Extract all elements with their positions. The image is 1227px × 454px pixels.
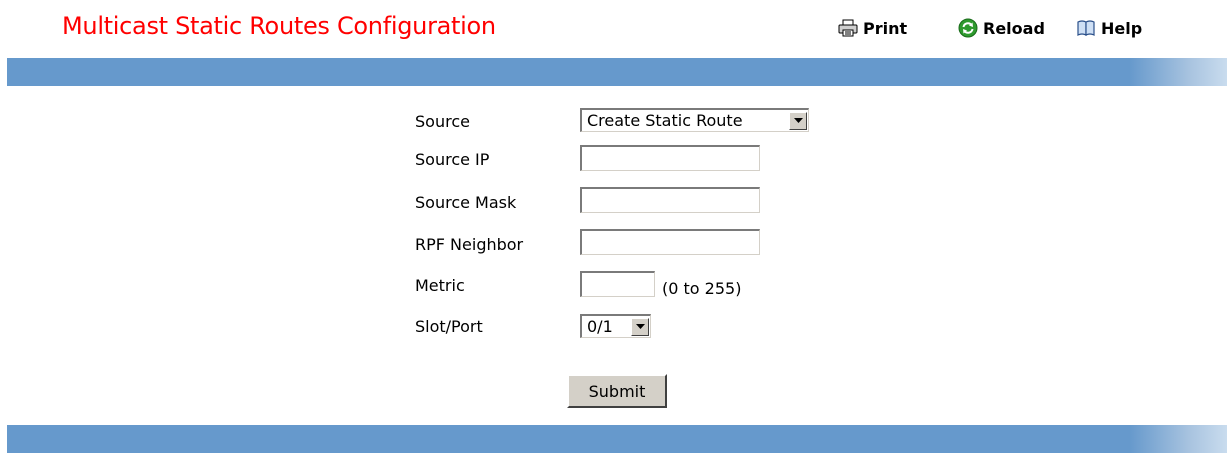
help-button[interactable]: Help	[1076, 16, 1142, 40]
source-mask-input[interactable]	[580, 187, 760, 213]
reload-icon	[958, 18, 978, 38]
help-book-icon	[1076, 19, 1096, 37]
slot-port-select[interactable]: 0/1	[580, 314, 651, 338]
page: Multicast Static Routes Configuration Pr…	[0, 0, 1227, 454]
print-button[interactable]: Print	[838, 16, 907, 40]
print-label: Print	[863, 18, 908, 38]
printer-icon	[838, 19, 858, 37]
source-mask-label: Source Mask	[415, 193, 517, 212]
submit-button[interactable]: Submit	[567, 374, 667, 408]
source-ip-label: Source IP	[415, 150, 490, 169]
slot-port-label: Slot/Port	[415, 317, 483, 336]
footer-divider-bar	[7, 425, 1227, 453]
metric-input[interactable]	[580, 271, 655, 297]
reload-button[interactable]: Reload	[958, 16, 1045, 40]
source-select-value: Create Static Route	[587, 111, 743, 130]
reload-label: Reload	[983, 18, 1045, 38]
chevron-down-icon[interactable]	[789, 111, 807, 130]
metric-label: Metric	[415, 276, 465, 295]
metric-range-hint: (0 to 255)	[662, 279, 742, 298]
rpf-neighbor-input[interactable]	[580, 229, 760, 255]
source-ip-input[interactable]	[580, 145, 760, 171]
help-label: Help	[1101, 18, 1143, 38]
source-label: Source	[415, 112, 470, 131]
source-select[interactable]: Create Static Route	[580, 108, 809, 132]
chevron-down-icon[interactable]	[631, 317, 649, 336]
slot-port-select-value: 0/1	[587, 317, 613, 336]
rpf-neighbor-label: RPF Neighbor	[415, 235, 524, 254]
page-title: Multicast Static Routes Configuration	[62, 12, 496, 40]
header-divider-bar	[7, 58, 1227, 86]
